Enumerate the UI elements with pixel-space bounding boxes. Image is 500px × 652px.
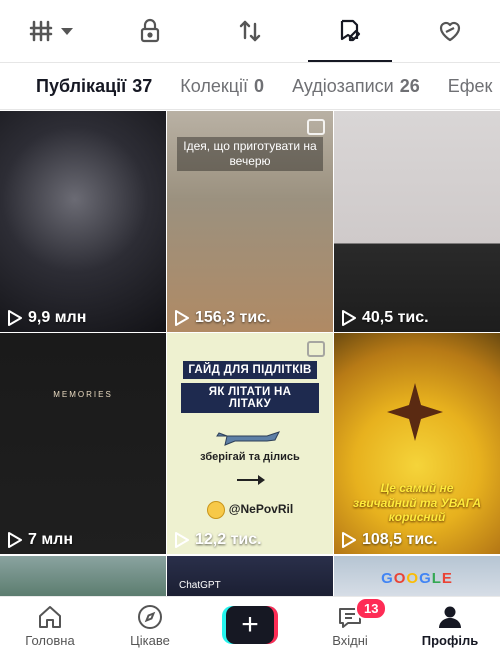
carousel-icon (307, 341, 325, 358)
nav-label: Цікаве (130, 633, 170, 648)
nav-profile[interactable]: Профіль (400, 597, 500, 652)
home-icon (39, 606, 61, 628)
nav-discover[interactable]: Цікаве (100, 597, 200, 652)
chevron-down-icon[interactable] (61, 27, 73, 35)
profile-content-tabs (0, 0, 500, 62)
subtab-audio[interactable]: Аудіозаписи 26 (278, 76, 434, 97)
nav-inbox[interactable]: 13 Вхідні (300, 597, 400, 652)
tile-caption: ChatGPT (179, 579, 221, 591)
collection-subtabs: Публікації 37 Колекції 0 Аудіозаписи 26 … (0, 62, 500, 110)
subtab-label: Аудіозаписи (292, 75, 394, 96)
play-icon (8, 532, 22, 549)
tile-headline: ГАЙД ДЛЯ ПІДЛІТКІВ ЯК ЛІТАТИ НА ЛІТАКУ (181, 361, 319, 417)
create-plus-icon: + (226, 605, 274, 644)
notification-badge: 13 (355, 597, 388, 620)
tab-videos-grid[interactable] (0, 0, 100, 62)
carousel-icon (307, 119, 325, 135)
video-tile[interactable]: Це самий не звичайний та УВАГА корисний … (334, 333, 500, 555)
nav-label: Головна (25, 633, 75, 648)
video-tile[interactable]: MEMORIES 7 млн (0, 333, 166, 555)
subtab-effects[interactable]: Ефек (434, 76, 500, 97)
view-count-text: 12,2 тис. (195, 531, 262, 549)
view-count: 40,5 тис. (342, 309, 429, 327)
tile-caption: Ідея, що приготувати на вечерю (177, 137, 323, 171)
create-button[interactable]: + (222, 605, 278, 644)
subtab-label: Ефек (447, 75, 493, 96)
compass-icon (138, 605, 162, 629)
liked-icon (439, 21, 461, 42)
video-tile[interactable] (0, 555, 166, 596)
bottom-navigation: Головна Цікаве + 13 Вхідні Профіль (0, 596, 500, 652)
view-count-text: 108,5 тис. (362, 531, 438, 549)
view-count: 12,2 тис. (175, 531, 262, 549)
star-anise-icon (387, 383, 443, 442)
video-tile[interactable]: 9,9 млн (0, 111, 166, 332)
airplane-icon (216, 431, 280, 447)
subtab-count: 26 (399, 75, 420, 96)
lock-icon (140, 18, 160, 43)
tile-caption: Це самий не звичайний та УВАГА корисний (352, 481, 482, 524)
subtab-count: 0 (254, 75, 265, 96)
view-count-text: 9,9 млн (28, 309, 87, 326)
play-icon (342, 532, 356, 549)
video-tile[interactable]: GOOGLE (334, 555, 500, 596)
play-icon (342, 310, 356, 326)
subtab-posts[interactable]: Публікації 37 (0, 76, 166, 97)
headline-line: ЯК ЛІТАТИ НА ЛІТАКУ (181, 383, 319, 414)
subtab-count: 37 (132, 75, 153, 96)
saved-icon (340, 19, 361, 42)
view-count-text: 40,5 тис. (362, 309, 429, 326)
subtab-collections[interactable]: Колекції 0 (166, 76, 278, 97)
tile-handle: @NePovRil (167, 501, 333, 520)
tab-private[interactable] (100, 0, 200, 62)
tab-reposts[interactable] (200, 0, 300, 62)
video-tile[interactable]: Ідея, що приготувати на вечерю 156,3 тис… (167, 111, 333, 332)
video-tile[interactable]: ChatGPT (167, 555, 333, 596)
nav-label: Профіль (421, 633, 479, 648)
view-count-text: 156,3 тис. (195, 309, 271, 326)
view-count: 7 млн (8, 531, 73, 549)
nav-home[interactable]: Головна (0, 597, 100, 652)
grid-icon (29, 20, 53, 42)
smiley-icon (206, 501, 225, 520)
play-icon (175, 310, 189, 326)
play-icon (175, 532, 189, 549)
tile-caption: GOOGLE (381, 569, 453, 587)
play-icon (8, 310, 22, 326)
view-count-text: 7 млн (28, 531, 74, 549)
video-tile[interactable]: 40,5 тис. (334, 111, 500, 332)
video-tile[interactable]: ГАЙД ДЛЯ ПІДЛІТКІВ ЯК ЛІТАТИ НА ЛІТАКУ з… (167, 333, 333, 555)
profile-icon (439, 606, 461, 628)
arrow-right-icon (237, 475, 265, 486)
tab-liked[interactable] (400, 0, 500, 62)
view-count: 108,5 тис. (342, 531, 438, 549)
video-grid: 9,9 млн Ідея, що приготувати на вечерю 1… (0, 111, 500, 596)
repost-icon (239, 20, 261, 42)
nav-create[interactable]: + (200, 597, 300, 652)
tile-overlay-text: MEMORIES (53, 390, 113, 400)
view-count: 156,3 тис. (175, 309, 271, 327)
headline-line: ГАЙД ДЛЯ ПІДЛІТКІВ (183, 361, 317, 380)
subtab-label: Публікації (36, 75, 127, 96)
tile-subline: зберігай та ділись (200, 451, 300, 464)
view-count: 9,9 млн (8, 309, 86, 327)
tab-saved[interactable] (300, 0, 400, 62)
handle-text: @NePovRil (228, 502, 294, 517)
subtab-label: Колекції (180, 75, 249, 96)
nav-label: Вхідні (332, 633, 368, 648)
